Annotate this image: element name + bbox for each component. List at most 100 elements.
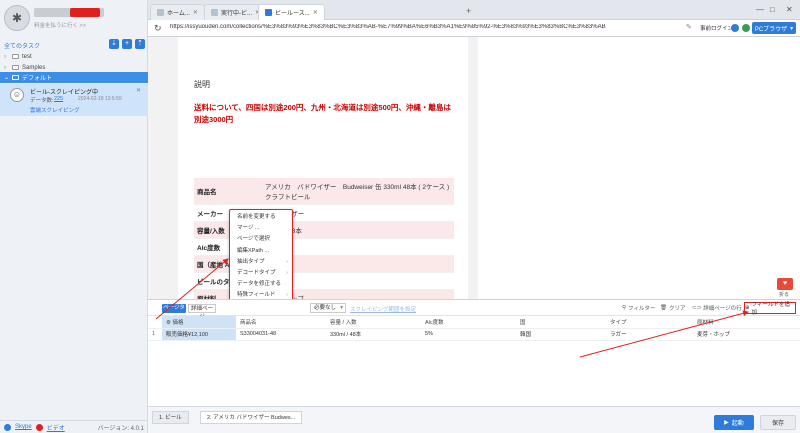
chevron-down-icon: ⌄: [4, 75, 10, 81]
data-grid: ⚙ 価格 商品名 容量 / 入数 Alc度数国タイプ 原材料 1 販売価格¥12,100 S…: [148, 316, 800, 341]
filter-button[interactable]: ⚲ フィルター: [622, 304, 655, 312]
video-icon: [35, 423, 43, 431]
tab-beer[interactable]: ビールース... ✕: [258, 4, 325, 20]
export-task-icon[interactable]: ⇡: [135, 39, 145, 49]
chevron-down-icon: ▾: [790, 25, 794, 32]
task-data-count[interactable]: 225: [54, 96, 63, 102]
tree-folder-label: デフォルト: [22, 76, 53, 82]
menu-item-label: 編集XPath ...: [237, 247, 270, 254]
table-cell[interactable]: 5%: [421, 328, 516, 341]
table-cell[interactable]: ラガー: [606, 328, 693, 341]
chevron-right-icon: ›: [286, 258, 288, 265]
need-select-value: 必要なし: [314, 305, 337, 311]
add-field-button[interactable]: ⊕ フィールドを追加: [744, 302, 796, 316]
menu-item[interactable]: 抽出タイプ ›: [230, 257, 292, 268]
new-tab-button[interactable]: +: [466, 6, 471, 16]
chevron-right-icon: ›: [4, 53, 6, 60]
reload-icon[interactable]: ↻: [154, 23, 162, 34]
close-icon[interactable]: ✕: [136, 87, 141, 94]
tree-folder-default[interactable]: ⌄ デフォルト: [0, 72, 148, 83]
clear-label: クリア: [668, 306, 686, 312]
grid-column-header[interactable]: 容量 / 入数: [326, 316, 421, 329]
table-cell[interactable]: 韓国: [516, 328, 606, 341]
folder-icon: [12, 75, 19, 80]
need-select[interactable]: 必要なし ▾: [310, 303, 346, 313]
skype-icon: [4, 423, 11, 431]
grid-column-header[interactable]: Alc度数: [421, 316, 516, 329]
scrape-range-link[interactable]: スクレイピング範囲を設定: [350, 305, 416, 313]
grid-column-header[interactable]: 原材料: [693, 316, 800, 329]
grid-column-header[interactable]: タイプ: [606, 316, 693, 329]
menu-item[interactable]: 名前を変更する: [230, 212, 292, 223]
menu-item-label: 特殊フィールド: [237, 292, 276, 299]
menu-item[interactable]: データを修正する: [230, 279, 292, 290]
save-button[interactable]: 保存: [760, 415, 796, 430]
detail-page-button[interactable]: 詳細ページ: [188, 304, 216, 320]
grid-column-header[interactable]: 商品名: [236, 316, 326, 329]
spec-key: 商品名: [194, 178, 262, 205]
step-tab-1[interactable]: 1. ビール: [152, 411, 189, 424]
robot-icon: ☺: [10, 88, 24, 102]
grid-column-header[interactable]: 国: [516, 316, 606, 329]
menu-item-label: 名前を変更する: [237, 214, 276, 220]
edit-url-icon[interactable]: ✎: [686, 23, 692, 31]
page-type-button[interactable]: ページタイプ: [162, 304, 186, 320]
maximize-icon[interactable]: □: [770, 5, 775, 14]
clear-button[interactable]: 🗑 クリア: [660, 304, 686, 312]
close-window-icon[interactable]: ✕: [786, 5, 793, 14]
menu-item[interactable]: マージ ...: [230, 223, 292, 234]
new-task-icon[interactable]: +: [122, 39, 132, 49]
pc-browser-button[interactable]: PCブラウザ ▾: [752, 22, 796, 34]
upgrade-plan-link[interactable]: 料金を払うに行く >>: [34, 21, 86, 29]
tab-label: ビールース...: [275, 11, 310, 17]
all-tasks-label[interactable]: 全てのタスク: [4, 41, 40, 50]
grid-column-label: 価格: [172, 319, 184, 326]
minimize-icon[interactable]: —: [756, 5, 764, 14]
menu-item[interactable]: デコードタイプ ›: [230, 268, 292, 279]
account-header: ✱ 料金を払うに行く >>: [4, 5, 144, 39]
url-input[interactable]: https://issyuouden.com/collections/%E3%8…: [170, 24, 698, 34]
page-right-panel: [478, 37, 800, 299]
globe-icon[interactable]: [731, 24, 739, 32]
close-icon[interactable]: ✕: [193, 9, 198, 16]
add-field-label: フィールドを追加: [751, 302, 790, 316]
cloud-scrape-link[interactable]: 雲端スクレイピング: [30, 106, 80, 114]
menu-item[interactable]: 編集XPath ...: [230, 246, 292, 257]
start-label: 起動: [731, 421, 744, 427]
detail-rows-button[interactable]: ⊂⊃ 詳細ページの行 ...: [692, 304, 748, 312]
close-icon[interactable]: ✕: [313, 9, 318, 16]
start-button[interactable]: ▶ 起動: [714, 415, 754, 430]
app-logo-icon: ✱: [4, 5, 30, 31]
chevron-right-icon: ›: [4, 64, 6, 71]
sidebar-footer: Skype ビデオ バージョン: 4.0.1: [0, 420, 148, 433]
task-item[interactable]: ☺ ビール-スクレイピング中 データ数: 225 2024-02-18 13:5…: [0, 84, 148, 116]
data-toolbar: ページタイプ 詳細ページ 必要なし ▾ スクレイピング範囲を設定 ⚲ フィルター…: [148, 300, 800, 320]
shipping-note: 送料について、四国は別途200円、九州・北海道は別途500円、沖縄・離島は別途3…: [194, 103, 451, 124]
user-badge-redacted: [70, 8, 100, 17]
browser-tabbar: ホーム... ✕ 実行中-ビ... ✕ ビールース... ✕ + — □ ✕: [148, 0, 800, 20]
tab-home[interactable]: ホーム... ✕: [150, 4, 205, 20]
grid-column-header[interactable]: ⚙ 価格: [162, 316, 236, 329]
table-row[interactable]: 1 販売価格¥12,100 S33004031-48 330ml / 48本 5% 韓国ラ…: [148, 328, 800, 341]
table-cell[interactable]: 330ml / 48本: [326, 328, 421, 341]
feedback-icon[interactable]: ♥: [777, 278, 793, 290]
folder-icon: [12, 65, 19, 70]
table-cell[interactable]: 麦芽・ホップ: [693, 328, 800, 341]
row-index: 1: [148, 328, 162, 341]
table-cell[interactable]: 販売価格¥12,100: [162, 328, 236, 341]
skype-link[interactable]: Skype: [15, 424, 32, 430]
status-icon[interactable]: [742, 24, 750, 32]
address-bar: ↻ https://issyuouden.com/collections/%E3…: [148, 20, 800, 37]
step-tab-2[interactable]: 2. アメリカ バドワイザー Budwes...: [200, 411, 303, 424]
menu-item[interactable]: ページで選択: [230, 234, 292, 245]
tree-folder-label: test: [22, 53, 32, 60]
trash-icon: 🗑: [660, 305, 667, 311]
pc-browser-label: PCブラウザ: [754, 26, 788, 33]
page-icon: [211, 9, 218, 16]
collapse-button[interactable]: 折る: [779, 291, 789, 298]
tree-folder-test[interactable]: › test: [0, 51, 148, 62]
video-link[interactable]: ビデオ: [47, 423, 65, 432]
table-cell[interactable]: S33004031-48: [236, 328, 326, 341]
import-task-icon[interactable]: ⇣: [109, 39, 119, 49]
pre-login-button[interactable]: 事前ログイン: [700, 24, 733, 32]
